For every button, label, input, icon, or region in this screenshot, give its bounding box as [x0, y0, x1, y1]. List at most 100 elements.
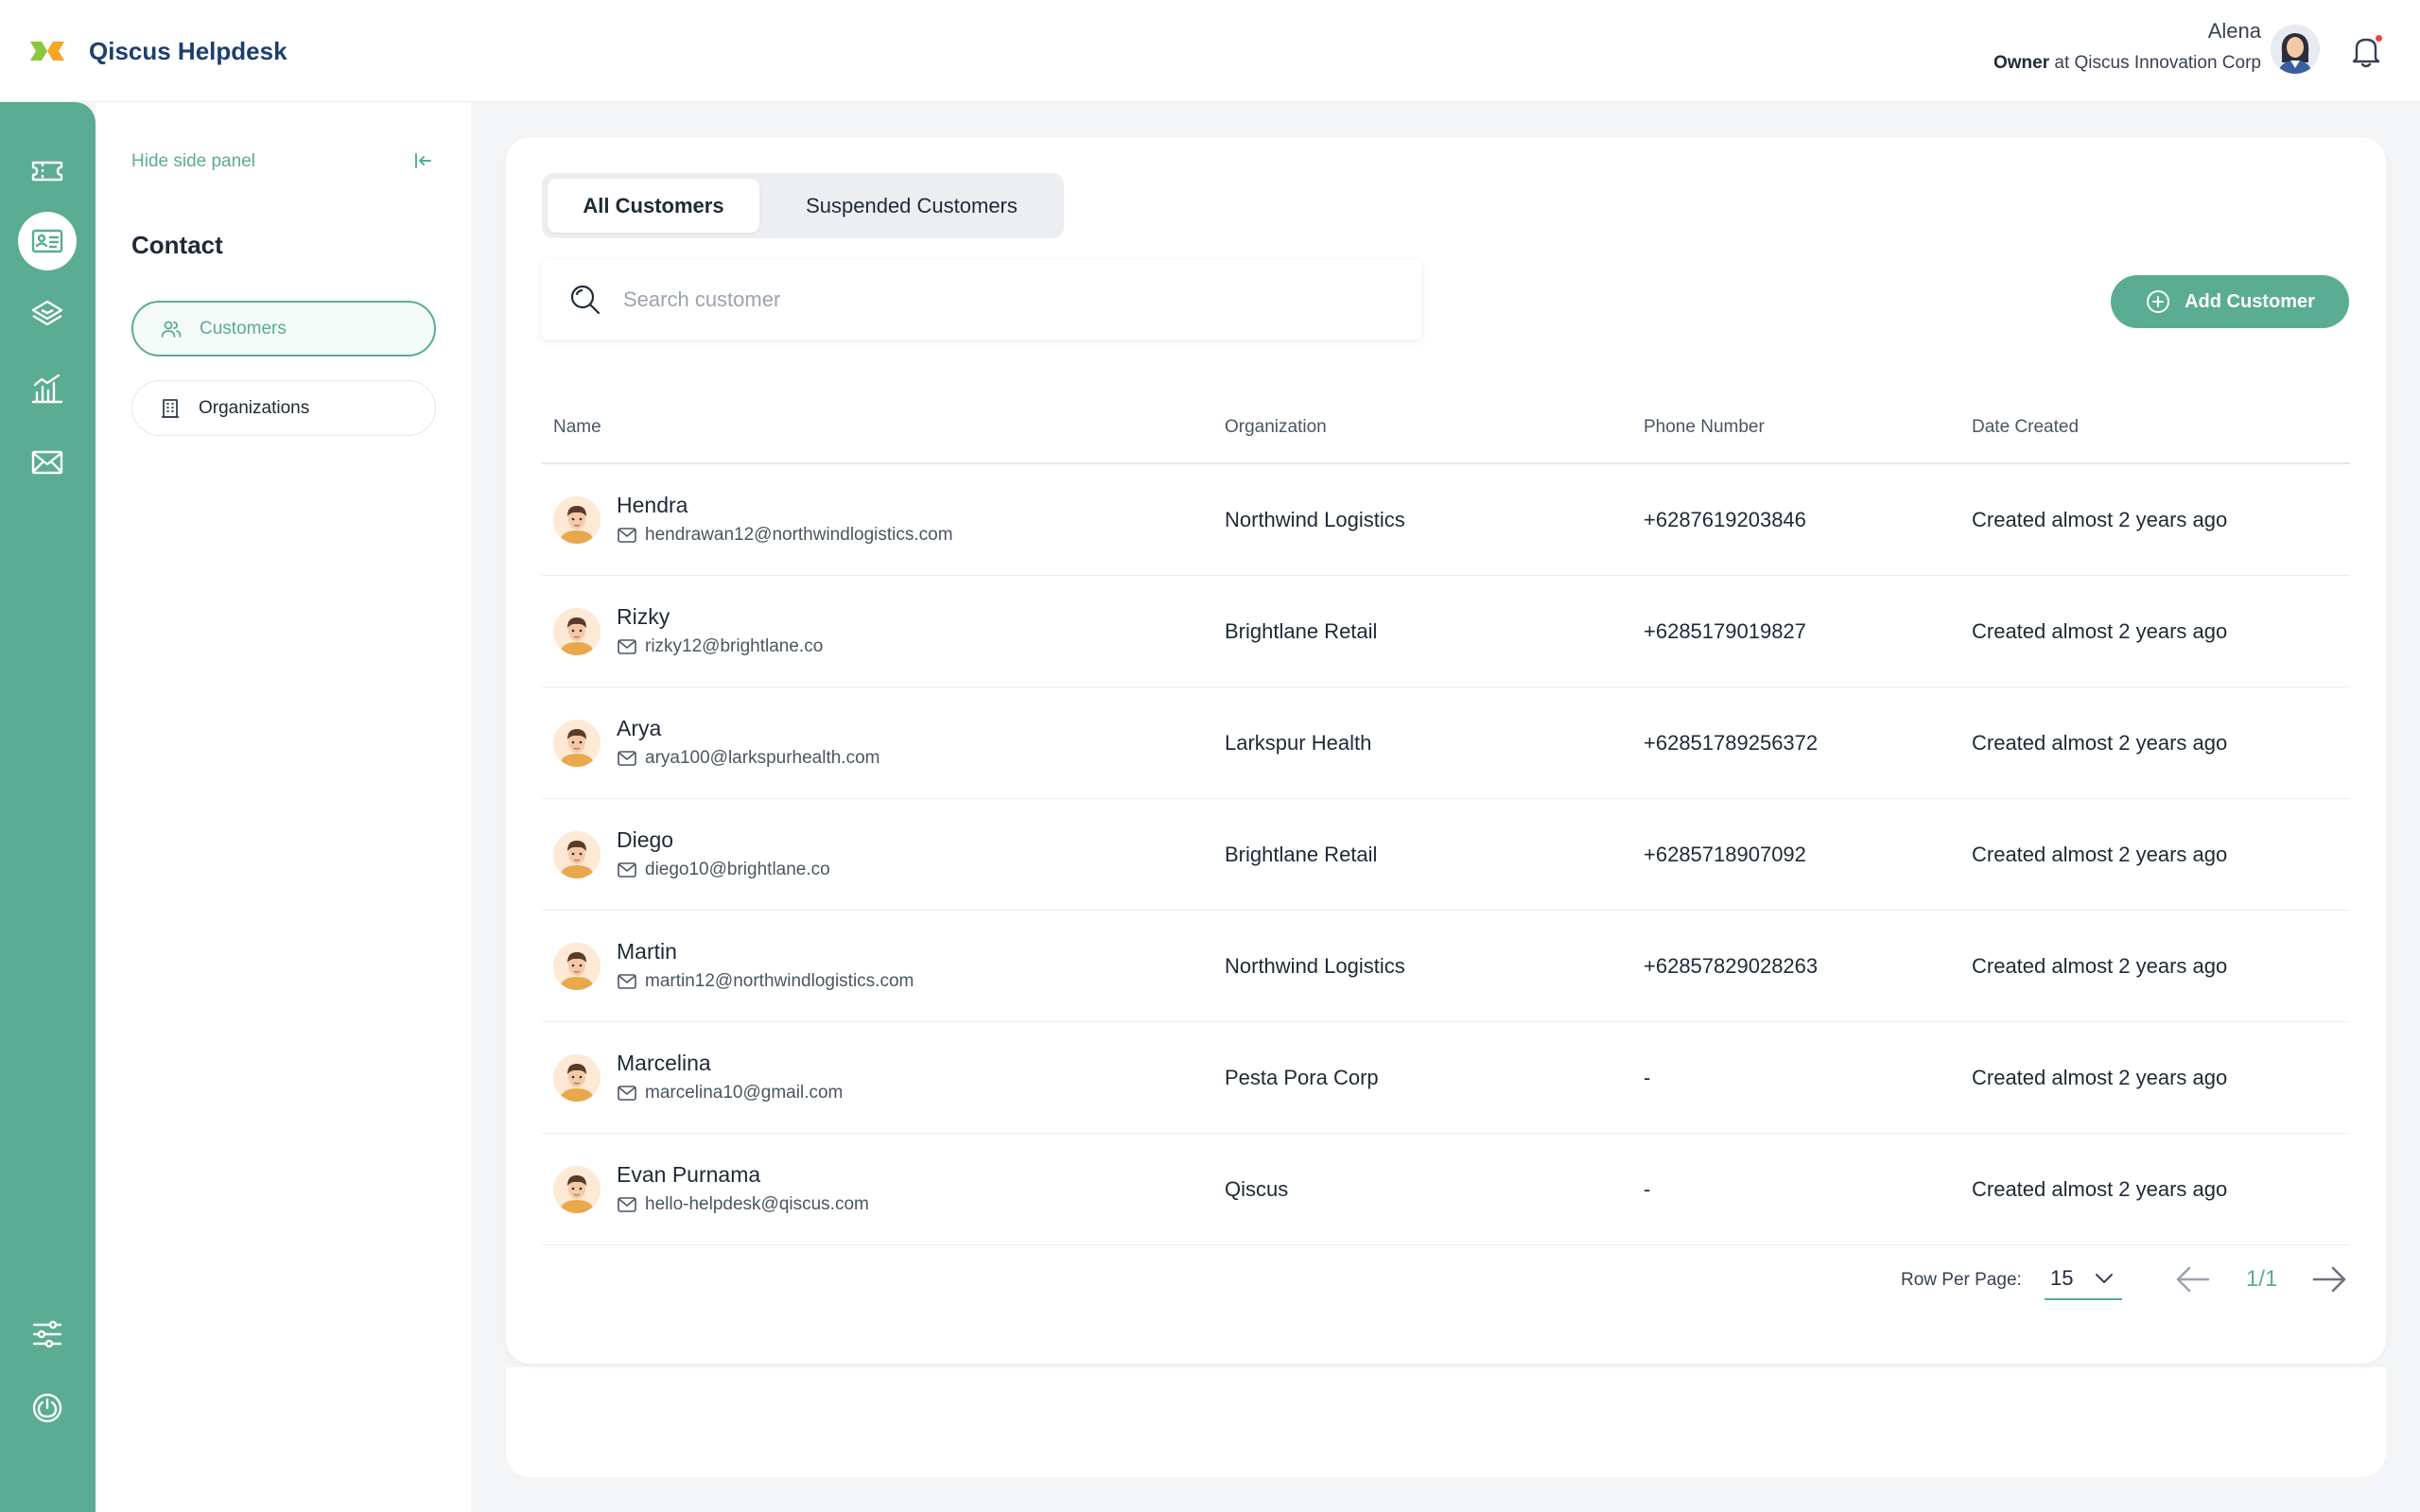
customer-organization: Northwind Logistics	[1225, 954, 1405, 978]
collapse-panel-icon[interactable]	[411, 149, 434, 172]
customer-email: rizky12@brightlane.co	[617, 636, 823, 657]
search-box	[542, 260, 1421, 339]
rows-per-page-label: Row Per Page:	[1901, 1270, 2022, 1290]
table-header: Name Organization Phone Number Date Crea…	[542, 394, 2350, 464]
previous-page-arrow-icon[interactable]	[2174, 1262, 2212, 1296]
column-header-organization[interactable]: Organization	[1225, 417, 1327, 438]
customer-name[interactable]: Rizky	[617, 604, 670, 630]
column-header-phone[interactable]: Phone Number	[1644, 417, 1765, 438]
rail-mail-icon[interactable]	[18, 433, 77, 492]
customer-organization: Qiscus	[1225, 1177, 1289, 1201]
customer-email: hendrawan12@northwindlogistics.com	[617, 525, 953, 546]
brand[interactable]: Qiscus Helpdesk	[28, 32, 287, 70]
search-input[interactable]	[623, 287, 1380, 312]
panel-title: Contact	[131, 231, 223, 259]
table-row[interactable]: Rizky rizky12@brightlane.co Brightlane Ret…	[542, 576, 2350, 687]
customer-name[interactable]: Hendra	[617, 493, 688, 518]
table-row[interactable]: Evan Purnama hello-helpdesk@qiscus.com Qis…	[542, 1134, 2350, 1245]
page-indicator: 1/1	[2246, 1266, 2278, 1292]
chevron-down-icon	[2096, 1274, 2113, 1283]
tab-suspended-customers[interactable]: Suspended Customers	[765, 179, 1058, 233]
rail-contact-card-icon[interactable]	[18, 212, 77, 270]
table-row[interactable]: Arya arya100@larkspurhealth.com Larkspur H…	[542, 687, 2350, 799]
customers-card: All Customers Suspended Customers Add Cu…	[506, 137, 2386, 1364]
customer-date-created: Created almost 2 years ago	[1972, 508, 2228, 531]
mail-icon	[617, 971, 637, 992]
customer-email-text: diego10@brightlane.co	[645, 860, 830, 879]
rows-per-page-value: 15	[2050, 1266, 2074, 1290]
rail-ticket-icon[interactable]	[18, 142, 77, 200]
table-row[interactable]: Hendra hendrawan12@northwindlogistics.com…	[542, 464, 2350, 576]
search-icon	[570, 285, 601, 315]
customer-email-text: rizky12@brightlane.co	[645, 636, 824, 656]
user-role-joiner: at	[2049, 53, 2075, 73]
left-rail	[0, 102, 96, 1512]
column-header-name[interactable]: Name	[553, 417, 601, 438]
side-panel: Hide side panel Contact Customers Organi…	[96, 102, 471, 1512]
table-row[interactable]: Marcelina marcelina10@gmail.com Pesta Pora…	[542, 1022, 2350, 1134]
mail-icon	[617, 1194, 637, 1215]
customer-date-created: Created almost 2 years ago	[1972, 1177, 2228, 1201]
customer-email-text: arya100@larkspurhealth.com	[645, 748, 880, 768]
customer-date-created: Created almost 2 years ago	[1972, 954, 2228, 978]
customer-avatar	[553, 1166, 601, 1213]
customer-organization: Brightlane Retail	[1225, 843, 1378, 866]
card-lower-area	[506, 1364, 2386, 1477]
customer-date-created: Created almost 2 years ago	[1972, 619, 2228, 643]
customer-email: diego10@brightlane.co	[617, 860, 830, 880]
customer-email: arya100@larkspurhealth.com	[617, 748, 879, 769]
customer-email-text: marcelina10@gmail.com	[645, 1083, 844, 1103]
customer-phone: +62857829028263	[1644, 954, 1819, 978]
customer-name[interactable]: Arya	[617, 716, 661, 741]
user-info[interactable]: Alena Owner at Qiscus Innovation Corp	[1993, 19, 2261, 74]
add-customer-label: Add Customer	[2185, 290, 2315, 312]
customer-avatar	[553, 831, 601, 878]
rail-layers-icon[interactable]	[18, 286, 77, 344]
table-row[interactable]: Diego diego10@brightlane.co Brightlane Ret…	[542, 799, 2350, 911]
rail-power-icon[interactable]	[18, 1379, 77, 1437]
next-page-arrow-icon[interactable]	[2310, 1262, 2348, 1296]
customer-name[interactable]: Diego	[617, 827, 673, 853]
customer-name[interactable]: Marcelina	[617, 1051, 711, 1076]
user-role-title: Owner	[1993, 53, 2050, 73]
hide-side-panel-link[interactable]: Hide side panel	[131, 151, 255, 172]
mail-icon	[617, 1083, 637, 1104]
customer-tabs: All Customers Suspended Customers	[542, 173, 1064, 238]
customer-phone: +6285718907092	[1644, 843, 1806, 866]
customer-email: hello-helpdesk@qiscus.com	[617, 1194, 869, 1215]
customer-phone: +6287619203846	[1644, 508, 1806, 531]
mail-icon	[617, 748, 637, 769]
user-avatar[interactable]	[2271, 25, 2320, 74]
notification-dot	[2374, 33, 2384, 43]
rail-settings-sliders-icon[interactable]	[18, 1305, 77, 1364]
user-name: Alena	[2207, 19, 2261, 43]
customer-avatar	[553, 720, 601, 767]
customer-name[interactable]: Martin	[617, 939, 677, 965]
customer-email-text: hendrawan12@northwindlogistics.com	[645, 525, 953, 545]
mail-icon	[617, 636, 637, 657]
customer-phone: +6285179019827	[1644, 619, 1806, 643]
customer-email: marcelina10@gmail.com	[617, 1083, 843, 1104]
sidebar-item-organizations[interactable]: Organizations	[131, 380, 436, 436]
customer-email-text: martin12@northwindlogistics.com	[645, 971, 914, 991]
add-customer-button[interactable]: Add Customer	[2111, 275, 2349, 328]
pagination: Row Per Page: 15 1/1	[506, 1251, 2386, 1308]
sidebar-item-label: Organizations	[199, 397, 310, 418]
user-role: Owner at Qiscus Innovation Corp	[1993, 53, 2261, 74]
column-header-date-created[interactable]: Date Created	[1972, 417, 2079, 438]
customer-avatar	[553, 943, 601, 990]
tab-all-customers[interactable]: All Customers	[548, 179, 759, 233]
customer-organization: Brightlane Retail	[1225, 619, 1378, 643]
table-row[interactable]: Martin martin12@northwindlogistics.com Nor…	[542, 911, 2350, 1022]
customer-name[interactable]: Evan Purnama	[617, 1162, 760, 1188]
rows-per-page-select[interactable]: 15	[2045, 1259, 2122, 1300]
customer-date-created: Created almost 2 years ago	[1972, 843, 2228, 866]
brand-logo-icon	[28, 32, 66, 70]
app-title: Qiscus Helpdesk	[89, 36, 287, 65]
user-company: Qiscus Innovation Corp	[2074, 53, 2262, 73]
customer-avatar	[553, 1054, 601, 1102]
customer-phone: -	[1644, 1066, 1651, 1089]
customer-phone: +62851789256372	[1644, 731, 1819, 755]
rail-analytics-icon[interactable]	[18, 359, 77, 418]
sidebar-item-customers[interactable]: Customers	[131, 301, 436, 356]
